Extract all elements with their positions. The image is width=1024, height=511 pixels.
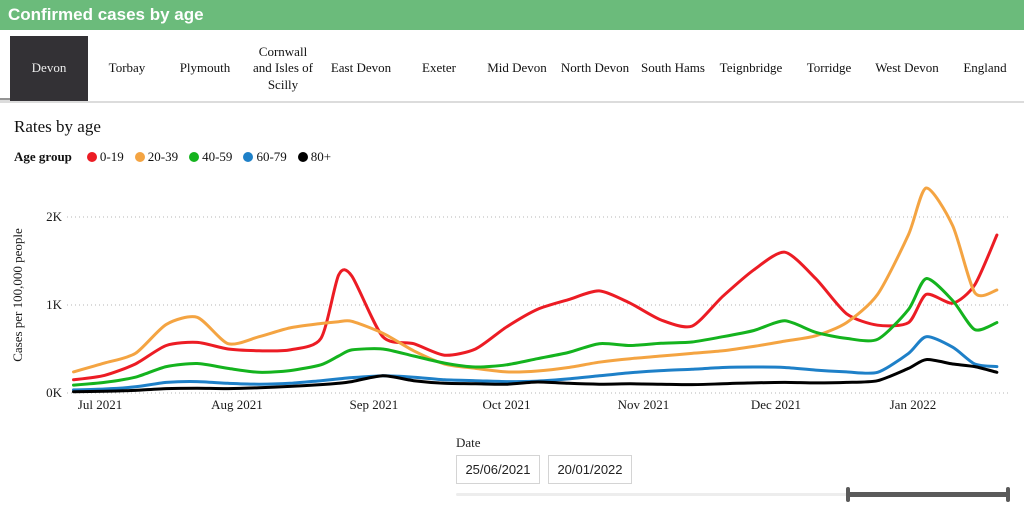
tab-england[interactable]: England: [946, 36, 1024, 101]
tab-west-devon[interactable]: West Devon: [868, 36, 946, 101]
tab-north-devon[interactable]: North Devon: [556, 36, 634, 101]
y-tick-label: 2K: [46, 209, 63, 224]
date-end-input[interactable]: 20/01/2022: [548, 455, 632, 484]
tab-torbay[interactable]: Torbay: [88, 36, 166, 101]
y-tick-label: 0K: [46, 385, 63, 400]
confirmed-cases-dashboard: Confirmed cases by age Devon Torbay Plymou…: [0, 0, 1024, 511]
tab-mid-devon[interactable]: Mid Devon: [478, 36, 556, 101]
y-axis-title: Cases per 100,000 people: [10, 228, 25, 362]
x-tick-label: Jul 2021: [78, 397, 122, 412]
x-tick-label: Oct 2021: [482, 397, 530, 412]
tab-cornwall-and-isles-of-scilly[interactable]: Cornwall and Isles of Scilly: [244, 36, 322, 101]
tab-teignbridge[interactable]: Teignbridge: [712, 36, 790, 101]
x-tick-label: Dec 2021: [751, 397, 801, 412]
slider-handle-right[interactable]: [1006, 487, 1010, 502]
date-filter-label: Date: [456, 435, 481, 450]
tab-torridge[interactable]: Torridge: [790, 36, 868, 101]
tab-east-devon[interactable]: East Devon: [322, 36, 400, 101]
tab-devon[interactable]: Devon: [10, 36, 88, 101]
date-slider-selected-range[interactable]: [848, 492, 1008, 497]
tab-exeter[interactable]: Exeter: [400, 36, 478, 101]
tab-south-hams[interactable]: South Hams: [634, 36, 712, 101]
y-tick-label: 1K: [46, 297, 63, 312]
x-tick-label: Nov 2021: [618, 397, 670, 412]
tab-plymouth[interactable]: Plymouth: [166, 36, 244, 101]
x-tick-label: Jan 2022: [890, 397, 937, 412]
x-tick-label: Sep 2021: [350, 397, 399, 412]
tab-bar: Devon Torbay Plymouth Cornwall and Isles of…: [10, 36, 1024, 101]
date-start-input[interactable]: 25/06/2021: [456, 455, 540, 484]
x-tick-label: Aug 2021: [211, 397, 263, 412]
slider-handle-left[interactable]: [846, 487, 850, 502]
